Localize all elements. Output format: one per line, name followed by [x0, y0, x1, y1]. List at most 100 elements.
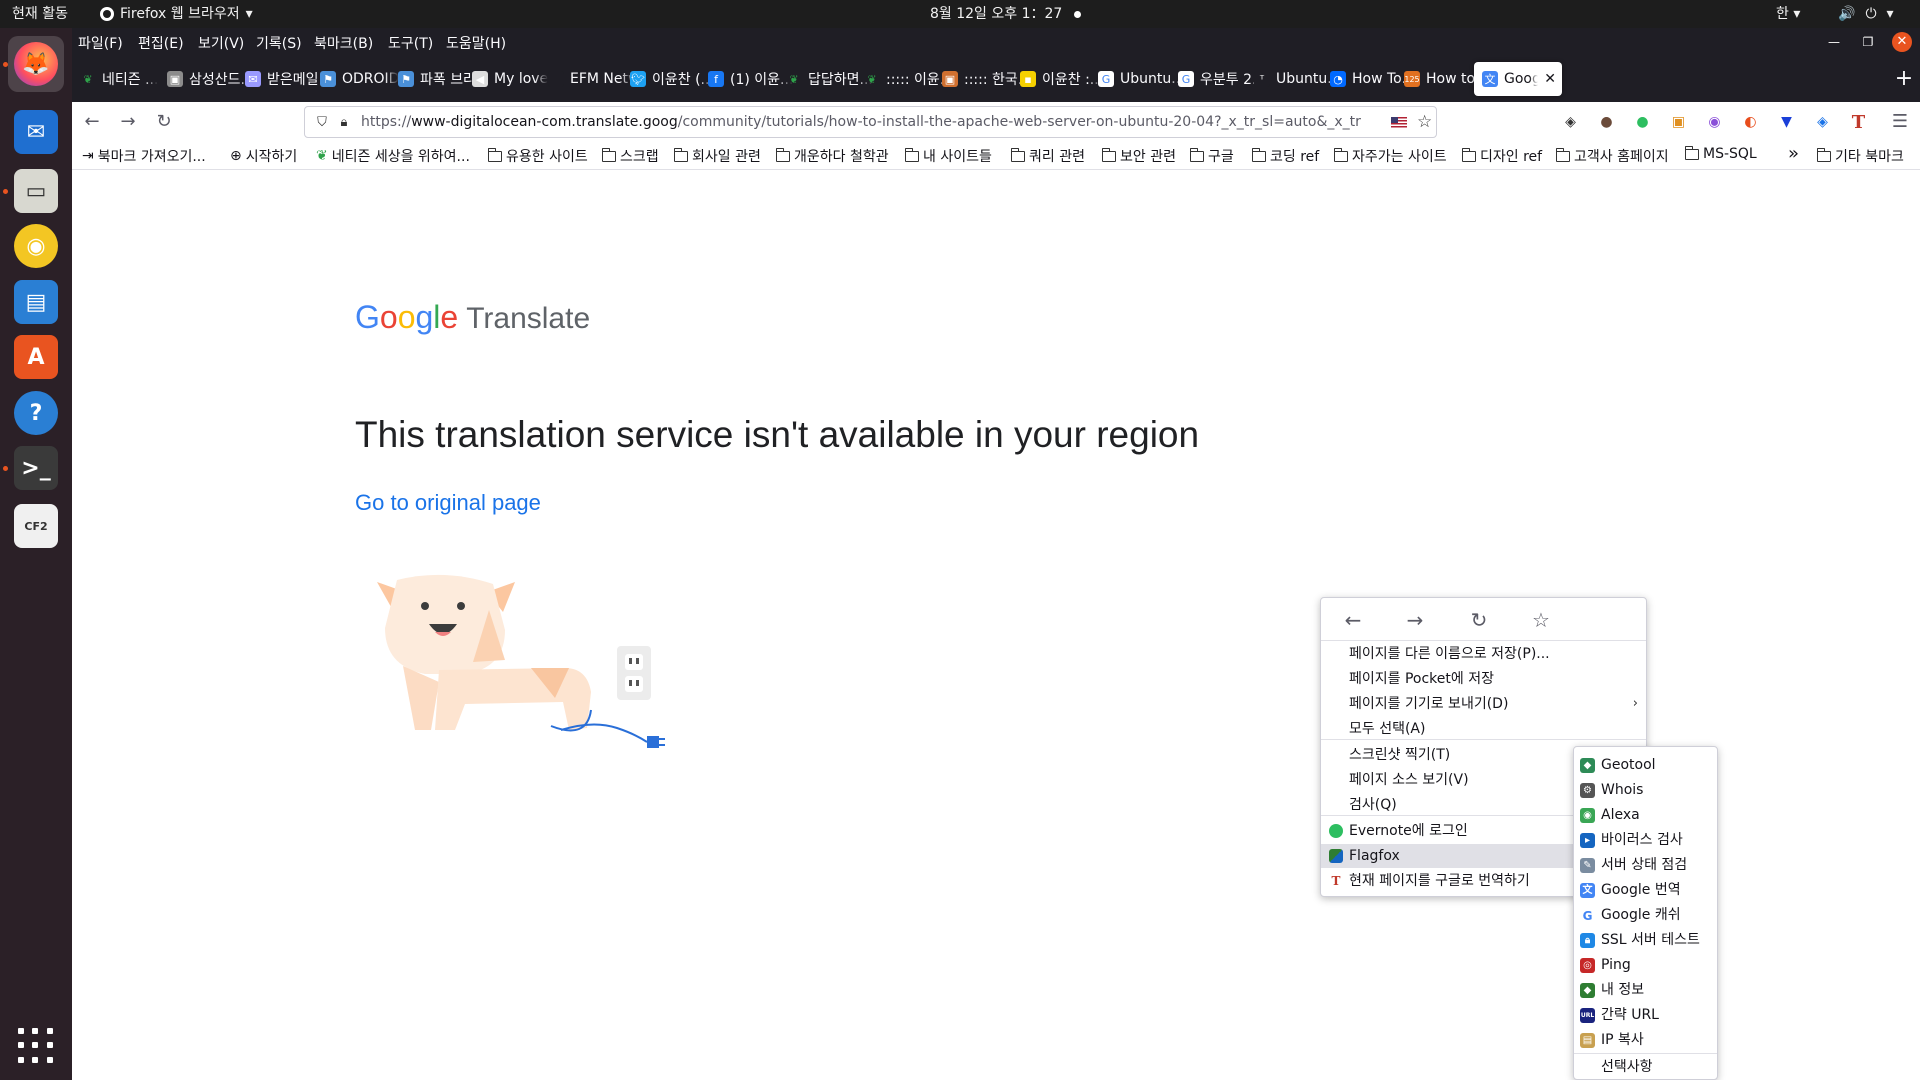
menu-file[interactable]: 파일(F)	[78, 33, 123, 53]
dock-item-software[interactable]: A	[8, 329, 64, 385]
dock-item-thunderbird[interactable]: ✉	[8, 104, 64, 160]
activities-button[interactable]: 현재 활동	[12, 0, 68, 28]
flagfox-service-icon: G	[1580, 908, 1595, 923]
image-ext-icon[interactable]: ▣	[1666, 110, 1691, 134]
bookmark-star-icon[interactable]: ☆	[1417, 112, 1432, 132]
lock-icon[interactable]: 🔒︎	[333, 115, 355, 130]
url-bar[interactable]: ⛉ 🔒︎ https://www-digitalocean-com.transl…	[304, 106, 1437, 138]
bookmark-item[interactable]: 자주가는 사이트	[1333, 146, 1447, 166]
context-bookmark-icon[interactable]: ☆	[1529, 608, 1553, 632]
flagfox-item-8[interactable]: 🔒︎ SSL 서버 테스트	[1574, 928, 1717, 952]
flagfox-item-5[interactable]: ✎ 서버 상태 점검	[1574, 853, 1717, 877]
system-menu[interactable]: 🔊 ⏻ ▾	[1838, 0, 1894, 28]
menu-view[interactable]: 보기(V)	[198, 33, 244, 53]
thunderbird-icon: ✉	[14, 110, 58, 154]
new-tab-button[interactable]: +	[1892, 68, 1916, 92]
send-to-device-item[interactable]: 페이지를 기기로 보내기(D) ›	[1321, 692, 1646, 716]
context-forward-icon[interactable]: →	[1403, 608, 1427, 632]
evernote-icon[interactable]: ●	[1630, 110, 1655, 134]
window-controls: — ❐ ✕	[1824, 32, 1912, 52]
back-button[interactable]: ←	[80, 110, 104, 134]
menu-help[interactable]: 도움말(H)	[446, 33, 506, 53]
layers-ext-icon[interactable]: ◈	[1810, 110, 1835, 134]
bookmark-item[interactable]: ⇥ 북마크 가져오기...	[82, 146, 206, 166]
download-ext-icon[interactable]: ▼	[1774, 110, 1799, 134]
dock-item-terminal[interactable]: >_	[8, 440, 64, 496]
flagfox-item-11[interactable]: URL 간략 URL	[1574, 1003, 1717, 1027]
input-method-indicator[interactable]: 한 ▾	[1776, 0, 1800, 28]
profile-icon[interactable]: ●	[1594, 110, 1619, 134]
tab-19[interactable]: 文 Goog... ✕	[1474, 62, 1562, 96]
tab-1[interactable]: ❦ 네티즌 ...	[72, 62, 168, 96]
image-favicon-icon: ▣	[167, 71, 183, 87]
bookmark-item[interactable]: ❦ 네티즌 세상을 위하여...	[316, 146, 470, 166]
flagfox-item-6[interactable]: 文 Google 번역	[1574, 878, 1717, 902]
bookmark-item[interactable]: 회사일 관련	[673, 146, 761, 166]
dock-item-firefox[interactable]: 🦊	[8, 36, 64, 92]
tracking-shield-icon[interactable]: ⛉	[311, 115, 333, 130]
app-menu[interactable]: Firefox 웹 브라우저 ▾	[100, 0, 253, 28]
flagfox-item-4[interactable]: ▸ 바이러스 검사	[1574, 828, 1717, 852]
menu-tools[interactable]: 도구(T)	[388, 33, 433, 53]
flagfox-item-1[interactable]: ◆ Geotool	[1574, 753, 1717, 777]
bookmarks-overflow-icon[interactable]: »	[1788, 143, 1799, 164]
bookmark-item[interactable]: 유용한 사이트	[487, 146, 588, 166]
hamburger-menu-icon[interactable]: ☰	[1888, 110, 1912, 134]
dock-item-help[interactable]: ?	[8, 385, 64, 441]
flagfox-item-3[interactable]: ◉ Alexa	[1574, 803, 1717, 827]
bookmark-item[interactable]: 코딩 ref	[1251, 146, 1319, 166]
menu-item-label: SSL 서버 테스트	[1601, 932, 1700, 948]
forward-button[interactable]: →	[116, 110, 140, 134]
menu-item-label: Evernote에 로그인	[1349, 823, 1468, 839]
menu-history[interactable]: 기록(S)	[256, 33, 302, 53]
bookmark-item[interactable]: 디자인 ref	[1461, 146, 1542, 166]
close-icon[interactable]: ✕	[1892, 32, 1912, 52]
minimize-icon[interactable]: —	[1824, 32, 1844, 52]
bookmark-item[interactable]: 구글	[1189, 146, 1234, 166]
bookmark-item[interactable]: 내 사이트들	[904, 146, 992, 166]
original-page-link[interactable]: Go to original page	[355, 490, 541, 516]
context-reload-icon[interactable]: ↻	[1467, 608, 1491, 632]
bookmark-item[interactable]: 고객사 홈페이지	[1555, 146, 1669, 166]
url-text[interactable]: https://www-digitalocean-com.translate.g…	[361, 114, 1381, 130]
tab-close-icon[interactable]: ✕	[1544, 71, 1556, 87]
flagfox-item-12[interactable]: ▤ IP 복사	[1574, 1028, 1717, 1052]
dock-item-files[interactable]: ▭	[8, 163, 64, 219]
context-back-icon[interactable]: ←	[1341, 608, 1365, 632]
flagfox-item-2[interactable]: ⚙ Whois	[1574, 778, 1717, 802]
dock-item-rhythmbox[interactable]: ◉	[8, 218, 64, 274]
bookmark-item[interactable]: 스크랩	[601, 146, 659, 166]
flagfox-item-7[interactable]: G Google 캐쉬	[1574, 903, 1717, 927]
menu-edit[interactable]: 편집(E)	[138, 33, 184, 53]
flagfox-item-13[interactable]: 선택사항	[1574, 1055, 1717, 1079]
translate-ext-icon[interactable]: T	[1846, 110, 1871, 134]
dock-item-cf2[interactable]: CF2	[8, 498, 64, 554]
show-applications-icon[interactable]	[18, 1028, 54, 1064]
bookmark-item[interactable]: 쿼리 관련	[1010, 146, 1085, 166]
folder-icon	[1684, 145, 1699, 160]
menu-item-label: 페이지를 기기로 보내기(D)	[1349, 696, 1509, 712]
ublock-icon[interactable]: ◐	[1738, 110, 1763, 134]
flagfox-service-icon: URL	[1580, 1008, 1595, 1023]
restore-icon[interactable]: ❐	[1858, 32, 1878, 52]
flagfox-us-flag-icon[interactable]	[1391, 116, 1407, 128]
pocket-icon[interactable]: ◈	[1558, 110, 1583, 134]
bookmark-item[interactable]: 개운하다 철학관	[775, 146, 889, 166]
save-to-pocket-item[interactable]: 페이지를 Pocket에 저장	[1321, 667, 1646, 691]
save-page-as-item[interactable]: 페이지를 다른 이름으로 저장(P)...	[1321, 642, 1646, 666]
reload-button[interactable]: ↻	[152, 110, 176, 134]
bookmark-item[interactable]: 보안 관련	[1101, 146, 1176, 166]
other-bookmarks[interactable]: 기타 북마크	[1816, 146, 1904, 166]
dock-item-writer[interactable]: ▤	[8, 274, 64, 330]
flagfox-item-10[interactable]: ◆ 내 정보	[1574, 978, 1717, 1002]
files-icon: ▭	[14, 169, 58, 213]
bookmark-item[interactable]: MS-SQL	[1684, 145, 1757, 162]
menu-item-label: 스크린샷 찍기(T)	[1349, 747, 1451, 763]
color-ext-icon[interactable]: ◉	[1702, 110, 1727, 134]
select-all-item[interactable]: 모두 선택(A)	[1321, 717, 1646, 741]
flagfox-item-9[interactable]: ◎ Ping	[1574, 953, 1717, 977]
folder-icon	[1010, 147, 1025, 162]
bookmark-item[interactable]: ⊕ 시작하기	[230, 146, 297, 166]
menu-bookmarks[interactable]: 북마크(B)	[314, 33, 373, 53]
clock[interactable]: 8월 12일 오후 1：27	[930, 0, 1082, 28]
